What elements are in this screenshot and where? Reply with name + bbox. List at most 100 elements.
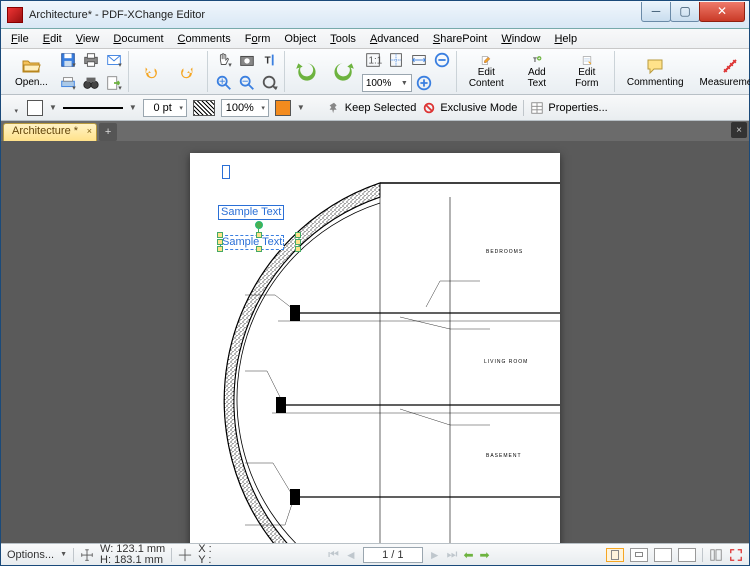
options-button[interactable]: Options... bbox=[7, 549, 54, 561]
folder-open-icon bbox=[21, 56, 41, 76]
two-page-view[interactable] bbox=[654, 548, 672, 562]
add-text-button[interactable]: T Add Text bbox=[513, 52, 561, 92]
bookmark-pane-icon[interactable] bbox=[709, 548, 723, 562]
nav-fwd-button[interactable]: ➡ bbox=[480, 548, 490, 562]
fit-width-button[interactable] bbox=[408, 49, 430, 71]
actual-size-icon: 1:1 bbox=[364, 51, 382, 69]
menu-sharepoint[interactable]: SharePoint bbox=[427, 31, 493, 47]
minimize-button[interactable]: ─ bbox=[641, 2, 671, 22]
app-window: Architecture* - PDF-XChange Editor ─ ▢ ✕… bbox=[0, 0, 750, 566]
menu-comments[interactable]: Comments bbox=[172, 31, 237, 47]
room-label-bedrooms: BEDROOMS bbox=[486, 249, 523, 255]
measurement-button[interactable]: Measurement bbox=[693, 52, 750, 92]
select-text-tool[interactable]: T bbox=[259, 49, 281, 71]
menu-advanced[interactable]: Advanced bbox=[364, 31, 425, 47]
status-bar: Options...▼ W: 123.1 mm H: 183.1 mm X : … bbox=[1, 543, 749, 565]
menu-edit[interactable]: Edit bbox=[37, 31, 68, 47]
opacity-input[interactable]: 100% bbox=[221, 99, 269, 117]
text-select-icon: T bbox=[261, 51, 279, 69]
fit-page-button[interactable] bbox=[385, 49, 407, 71]
print-button[interactable] bbox=[80, 49, 102, 71]
single-page-view[interactable] bbox=[606, 548, 624, 562]
menubar: File Edit View Document Comments Form Ob… bbox=[1, 29, 749, 49]
next-page-button[interactable]: ► bbox=[429, 548, 441, 562]
comment-icon bbox=[645, 56, 665, 76]
rotate-ccw-icon bbox=[294, 59, 320, 85]
edit-form-icon bbox=[577, 55, 597, 66]
main-toolbar: Open... bbox=[1, 49, 749, 95]
snapshot-tool[interactable] bbox=[236, 49, 258, 71]
menu-help[interactable]: Help bbox=[548, 31, 583, 47]
line-style-dropdown[interactable] bbox=[7, 99, 21, 117]
fullscreen-icon[interactable] bbox=[729, 548, 743, 562]
status-y: Y : bbox=[198, 555, 211, 566]
document-viewport[interactable]: BEDROOMS LIVING ROOM BASEMENT Sample Tex… bbox=[1, 141, 749, 543]
zoom-out-button[interactable] bbox=[431, 49, 453, 71]
fit-page-icon bbox=[387, 51, 405, 69]
export-button[interactable] bbox=[103, 72, 125, 94]
properties-button[interactable]: Properties... bbox=[530, 101, 607, 115]
fill-pattern-swatch[interactable] bbox=[193, 100, 215, 116]
zoom-input[interactable]: 100%▼ bbox=[362, 74, 412, 92]
rotate-cw-icon bbox=[330, 59, 356, 85]
selection-handles[interactable] bbox=[220, 235, 298, 249]
nav-back-button[interactable]: ⬅ bbox=[463, 548, 473, 562]
redo-button[interactable] bbox=[170, 52, 204, 92]
keep-selected-toggle[interactable]: Keep Selected bbox=[327, 101, 417, 115]
stroke-color-swatch[interactable] bbox=[27, 100, 43, 116]
line-width-input[interactable]: 0 pt bbox=[143, 99, 187, 117]
open-button[interactable]: Open... bbox=[8, 52, 55, 92]
last-page-button[interactable]: ⏭ bbox=[447, 547, 458, 562]
search-button[interactable] bbox=[80, 72, 102, 94]
exclusive-mode-toggle[interactable]: Exclusive Mode bbox=[422, 101, 517, 115]
close-all-tabs-button[interactable]: × bbox=[731, 122, 747, 138]
loupe-tool[interactable] bbox=[259, 72, 281, 94]
svg-text:1:1: 1:1 bbox=[368, 56, 382, 67]
document-tab[interactable]: Architecture * × bbox=[3, 123, 97, 141]
save-button[interactable] bbox=[57, 49, 79, 71]
properties-toolbar: ▼ ▼ 0 pt 100% ▼ Keep Selected Exclusive … bbox=[1, 95, 749, 121]
zoom-out-tool[interactable] bbox=[236, 72, 258, 94]
menu-window[interactable]: Window bbox=[495, 31, 546, 47]
menu-form[interactable]: Form bbox=[239, 31, 277, 47]
zoom-in-button[interactable] bbox=[413, 72, 435, 94]
status-height: H: 183.1 mm bbox=[100, 555, 165, 566]
scanner-icon bbox=[59, 74, 77, 92]
two-page-continuous-view[interactable] bbox=[678, 548, 696, 562]
close-button[interactable]: ✕ bbox=[699, 2, 745, 22]
export-icon bbox=[105, 74, 123, 92]
menu-document[interactable]: Document bbox=[107, 31, 169, 47]
properties-icon bbox=[530, 101, 544, 115]
zoom-in-icon bbox=[215, 74, 233, 92]
tab-close-icon[interactable]: × bbox=[87, 126, 92, 136]
continuous-view[interactable] bbox=[630, 548, 648, 562]
hand-tool[interactable] bbox=[213, 49, 235, 71]
status-x: X : bbox=[198, 544, 211, 555]
fill-color-swatch[interactable] bbox=[275, 100, 291, 116]
edit-form-button[interactable]: Edit Form bbox=[563, 52, 611, 92]
menu-tools[interactable]: Tools bbox=[324, 31, 362, 47]
menu-file[interactable]: File bbox=[5, 31, 35, 47]
new-tab-button[interactable]: + bbox=[99, 123, 117, 141]
first-page-button[interactable]: ⏮ bbox=[328, 547, 339, 562]
undo-button[interactable] bbox=[134, 52, 168, 92]
rotate-cw-button[interactable] bbox=[326, 52, 360, 92]
prev-page-button[interactable]: ◄ bbox=[345, 548, 357, 562]
zoom-in-tool[interactable] bbox=[213, 72, 235, 94]
maximize-button[interactable]: ▢ bbox=[670, 2, 700, 22]
sample-text-1[interactable]: Sample Text bbox=[218, 205, 284, 220]
rotate-ccw-button[interactable] bbox=[290, 52, 324, 92]
page-input[interactable]: 1 / 1 bbox=[363, 547, 423, 563]
document-page[interactable]: BEDROOMS LIVING ROOM BASEMENT Sample Tex… bbox=[190, 153, 560, 543]
edit-content-button[interactable]: Edit Content bbox=[462, 52, 511, 92]
menu-object[interactable]: Object bbox=[278, 31, 322, 47]
email-button[interactable] bbox=[103, 49, 125, 71]
binoculars-icon bbox=[82, 74, 100, 92]
scan-button[interactable] bbox=[57, 72, 79, 94]
actual-size-button[interactable]: 1:1 bbox=[362, 49, 384, 71]
commenting-button[interactable]: Commenting bbox=[620, 52, 691, 92]
room-label-living: LIVING ROOM bbox=[484, 359, 528, 365]
pin-icon bbox=[327, 101, 341, 115]
menu-view[interactable]: View bbox=[70, 31, 106, 47]
rotate-handle[interactable] bbox=[255, 221, 263, 229]
